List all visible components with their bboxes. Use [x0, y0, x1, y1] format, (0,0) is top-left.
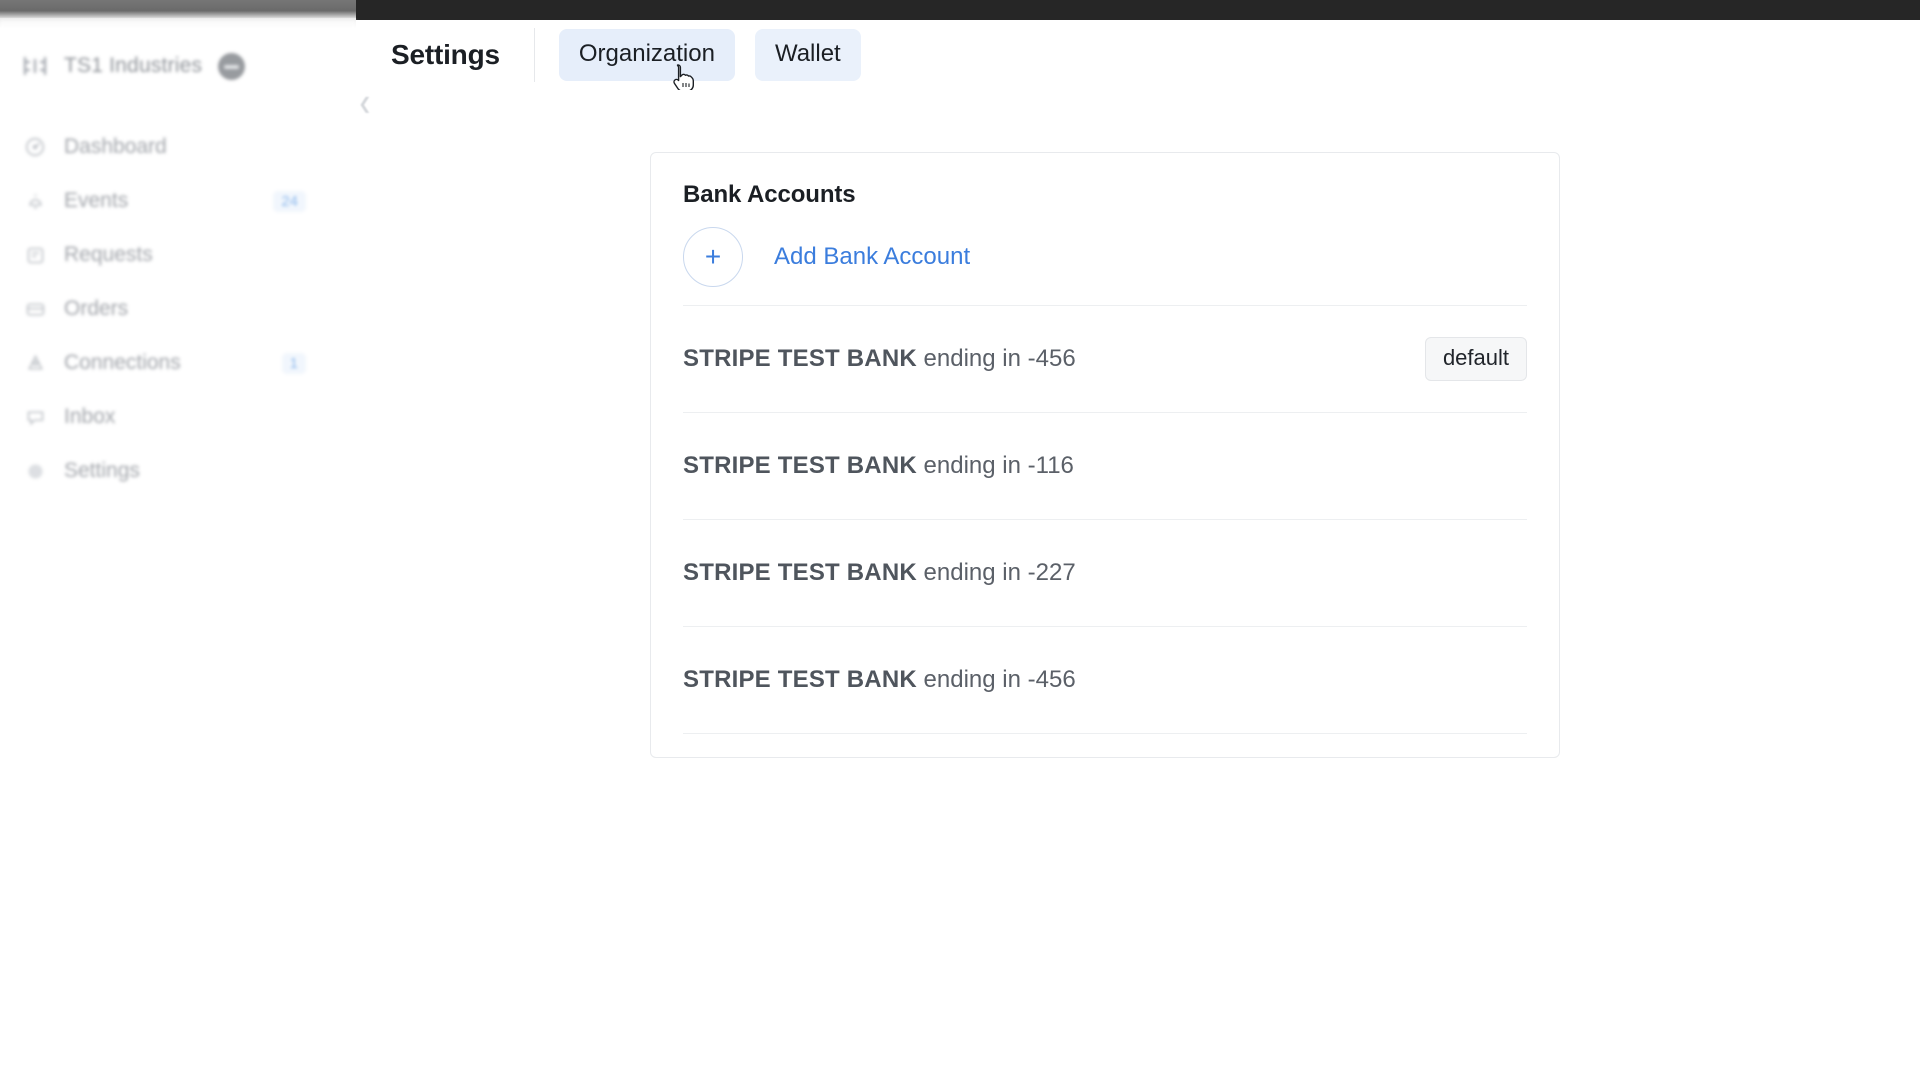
bank-account-label: STRIPE TEST BANK ending in -227 [683, 559, 1076, 587]
tab-organization[interactable]: Organization [558, 29, 735, 81]
user-avatar-icon[interactable] [218, 52, 246, 80]
sidebar-item-settings[interactable]: Settings [0, 444, 356, 498]
inbox-icon [22, 405, 48, 429]
sidebar-item-label: Inbox [64, 405, 116, 428]
add-bank-account-button[interactable]: + Add Bank Account [683, 209, 1527, 305]
sidebar-item-connections[interactable]: Connections 1 [0, 336, 356, 390]
table-row[interactable]: STRIPE TEST BANK ending in -116 [683, 412, 1527, 519]
bank-detail: ending in -456 [916, 345, 1076, 372]
pointing-hand-cursor [670, 63, 696, 93]
sidebar-item-requests[interactable]: Requests [0, 228, 356, 282]
bank-name: STRIPE TEST BANK [683, 345, 917, 372]
page-header: Settings Organization Wallet [374, 20, 1920, 90]
bank-name: STRIPE TEST BANK [683, 666, 917, 693]
chevron-left-icon: ❮ [358, 96, 372, 113]
sidebar: TS1 Industries Dashboard Events 24 Reque… [0, 20, 356, 1080]
plus-icon: + [683, 227, 743, 287]
sidebar-item-orders[interactable]: Orders [0, 282, 356, 336]
sidebar-badge-events: 24 [273, 190, 306, 212]
bank-account-label: STRIPE TEST BANK ending in -116 [683, 452, 1074, 480]
sidebar-item-label: Settings [64, 459, 140, 482]
bank-account-label: STRIPE TEST BANK ending in -456 [683, 345, 1076, 373]
m-logo-icon [22, 56, 48, 76]
dashboard-icon [22, 135, 48, 159]
sidebar-item-label: Requests [64, 243, 153, 266]
settings-icon [22, 459, 48, 483]
bank-detail: ending in -227 [916, 559, 1076, 586]
connections-icon [22, 351, 48, 375]
sidebar-item-events[interactable]: Events 24 [0, 174, 356, 228]
sidebar-item-label: Orders [64, 297, 129, 320]
header-tabs: Organization Wallet [558, 29, 861, 81]
bank-detail: ending in -116 [916, 452, 1074, 479]
bell-icon [22, 189, 48, 213]
sidebar-brand[interactable]: TS1 Industries [0, 38, 356, 94]
sidebar-brand-name: TS1 Industries [64, 54, 203, 77]
bank-name: STRIPE TEST BANK [683, 452, 917, 479]
sidebar-item-dashboard[interactable]: Dashboard [0, 120, 356, 174]
app-root: TS1 Industries Dashboard Events 24 Reque… [0, 0, 1920, 1080]
bank-account-label: STRIPE TEST BANK ending in -456 [683, 666, 1076, 694]
main-content: Bank Accounts + Add Bank Account STRIPE … [374, 90, 1920, 1080]
window-topbar-left [0, 0, 356, 18]
sidebar-badge-connections: 1 [281, 352, 306, 374]
table-row[interactable]: STRIPE TEST BANK ending in -456 [683, 626, 1527, 733]
card-title: Bank Accounts [683, 181, 856, 208]
tab-wallet[interactable]: Wallet [754, 29, 861, 81]
table-row[interactable]: STRIPE TEST BANK ending in -227 [683, 519, 1527, 626]
sidebar-item-label: Events [64, 189, 129, 212]
sidebar-item-label: Dashboard [64, 135, 167, 158]
card-footer-divider [683, 733, 1527, 757]
bank-detail: ending in -456 [916, 666, 1076, 693]
sidebar-item-inbox[interactable]: Inbox [0, 390, 356, 444]
sidebar-nav: Dashboard Events 24 Requests Orders Conn… [0, 120, 356, 498]
bank-name: STRIPE TEST BANK [683, 559, 917, 586]
window-topbar [0, 0, 1920, 20]
sidebar-item-label: Connections [64, 351, 181, 374]
header-divider [533, 28, 535, 82]
page-title: Settings [391, 39, 500, 70]
orders-icon [22, 297, 48, 321]
requests-icon [22, 243, 48, 267]
status-badge: default [1424, 337, 1527, 381]
table-row[interactable]: STRIPE TEST BANK ending in -456 default [683, 305, 1527, 412]
bank-accounts-card: Bank Accounts + Add Bank Account STRIPE … [650, 152, 1560, 758]
add-bank-account-label: Add Bank Account [774, 243, 971, 270]
